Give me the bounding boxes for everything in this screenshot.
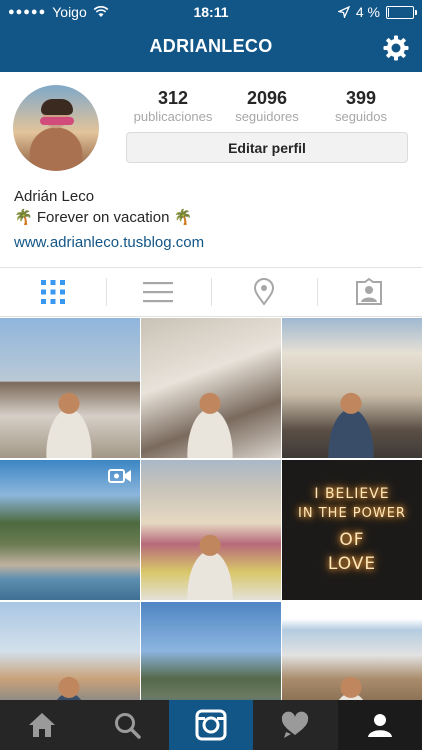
list-icon — [143, 282, 174, 303]
home-icon — [29, 713, 56, 737]
stat-followers-label: seguidores — [235, 109, 299, 124]
neon-line-2: IN THE POWER — [298, 506, 406, 521]
bottom-nav — [0, 700, 422, 750]
stat-following[interactable]: 399 seguidos — [314, 88, 408, 124]
tab-list[interactable] — [105, 268, 212, 316]
stat-posts-count: 312 — [157, 88, 189, 108]
grid-photo[interactable]: I BELIEVE IN THE POWER OF LOVE — [282, 460, 422, 600]
neon-line-4: LOVE — [327, 554, 377, 574]
grid-video[interactable] — [0, 460, 140, 600]
status-bar: ●●●●● Yoigo 18:11 4 % — [0, 0, 422, 24]
grid-photo[interactable] — [0, 318, 140, 458]
battery-icon — [386, 5, 417, 19]
nav-camera[interactable] — [168, 700, 254, 750]
grid-icon — [40, 280, 65, 304]
activity-heart-icon — [282, 711, 309, 738]
profile-website-link[interactable]: www.adrianleco.tusblog.com — [14, 234, 204, 251]
grid-photo[interactable] — [282, 318, 422, 458]
profile-stats: 312 publicaciones 2096 seguidores 399 se… — [126, 88, 408, 124]
profile-bio: 🌴 Forever on vacation 🌴 — [14, 209, 193, 226]
nav-search[interactable] — [84, 700, 168, 750]
search-icon — [114, 713, 141, 739]
nav-profile[interactable] — [337, 700, 422, 750]
photo-subject — [318, 388, 384, 458]
stat-following-label: seguidos — [334, 109, 388, 124]
location-pin-icon — [253, 278, 274, 306]
tagged-photos-icon — [356, 278, 383, 305]
edit-profile-button[interactable]: Editar perfil — [126, 132, 408, 163]
stat-posts[interactable]: 312 publicaciones — [126, 88, 220, 124]
location-arrow-icon — [337, 6, 350, 18]
tab-places[interactable] — [211, 268, 317, 316]
avatar-sunglasses — [40, 117, 74, 125]
tab-grid[interactable] — [0, 268, 106, 316]
stat-followers-count: 2096 — [246, 88, 288, 108]
nav-activity[interactable] — [253, 700, 337, 750]
battery-percent: 4 % — [355, 4, 380, 20]
photo-subject — [177, 388, 243, 458]
photo-subject — [36, 388, 102, 458]
stat-following-count: 399 — [345, 88, 377, 108]
avatar-hair — [41, 99, 73, 115]
battery-fill — [388, 7, 389, 17]
grid-photo[interactable] — [141, 460, 281, 600]
nav-home[interactable] — [0, 700, 84, 750]
avatar[interactable] — [13, 85, 99, 171]
photo-grid: I BELIEVE IN THE POWER OF LOVE — [0, 318, 422, 742]
video-camera-icon — [108, 469, 131, 483]
gear-icon[interactable] — [382, 34, 410, 62]
neon-line-1: I BELIEVE — [314, 486, 390, 502]
profile-view-tabs — [0, 267, 422, 317]
tab-tagged[interactable] — [316, 268, 422, 316]
stat-posts-label: publicaciones — [133, 109, 213, 124]
camera-icon — [195, 709, 227, 741]
profile-username-title: ADRIANLECO — [149, 36, 273, 56]
grid-photo[interactable] — [141, 318, 281, 458]
stat-followers[interactable]: 2096 seguidores — [220, 88, 314, 124]
photo-subject — [177, 530, 243, 600]
top-bar: ●●●●● Yoigo 18:11 4 % ADRIANLECO — [0, 0, 422, 72]
neon-line-3: OF — [339, 530, 365, 550]
profile-full-name: Adrián Leco — [14, 188, 95, 205]
profile-icon — [367, 714, 392, 737]
